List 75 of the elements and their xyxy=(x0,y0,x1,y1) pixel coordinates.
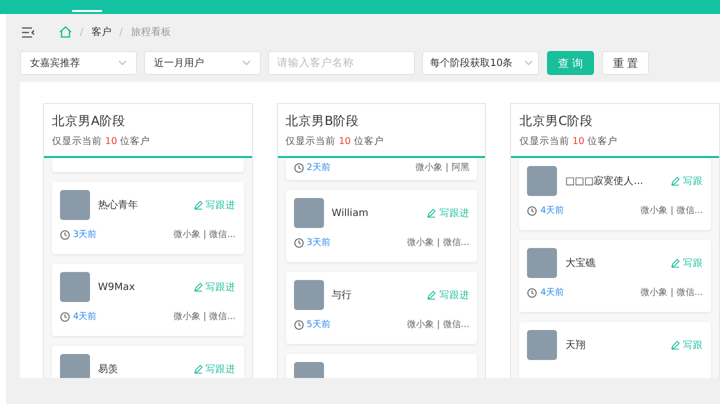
pencil-icon xyxy=(194,200,203,210)
source-label: 微小象 | 微信... xyxy=(640,204,704,217)
customer-card[interactable]: 2天前 微小象 | 阿黑 xyxy=(286,158,478,180)
customer-card[interactable]: 大宝礁 写跟 4天前 微小象 | 微信... xyxy=(519,240,712,312)
breadcrumb-item[interactable]: 客户 xyxy=(91,25,112,39)
clock-icon xyxy=(60,312,70,322)
chevron-down-icon xyxy=(242,60,251,66)
breadcrumb-item: 旅程看板 xyxy=(130,26,171,39)
customer-name: William xyxy=(332,208,370,218)
time-label: 2天前 xyxy=(294,161,330,174)
clock-icon xyxy=(527,288,538,298)
reset-button[interactable]: 重 置 xyxy=(602,51,649,75)
menu-icon[interactable] xyxy=(22,26,35,38)
pencil-icon xyxy=(427,290,436,300)
source-label: 微小象 | 阿黑 xyxy=(416,162,470,174)
time-label: 4天前 xyxy=(527,286,564,299)
chevron-down-icon xyxy=(524,60,533,66)
customer-name: W9Max xyxy=(98,282,136,292)
clock-icon xyxy=(60,230,70,240)
home-icon[interactable] xyxy=(59,26,72,38)
column-note: 仅显示当前 10 位客户 xyxy=(519,135,618,148)
column-note: 仅显示当前 10 位客户 xyxy=(52,135,152,148)
breadcrumb-separator: / xyxy=(119,26,123,38)
pencil-icon xyxy=(194,364,203,374)
avatar-placeholder xyxy=(527,248,558,278)
pencil-icon xyxy=(671,258,680,268)
time-label: 3天前 xyxy=(294,236,330,249)
source-label: 微小象 | 微信... xyxy=(407,318,470,331)
source-label: 微小象 | 微信... xyxy=(173,310,236,323)
avatar-placeholder xyxy=(60,190,90,220)
avatar-placeholder xyxy=(294,198,324,228)
column-note: 仅显示当前 10 位客户 xyxy=(286,135,385,148)
customer-card[interactable]: 天翔 写跟 xyxy=(519,322,712,378)
customer-card[interactable]: 易羡 写跟进 xyxy=(52,346,244,378)
avatar-placeholder xyxy=(60,272,90,302)
customer-card[interactable]: 热心青年 写跟进 3天前 微小象 | 微信... xyxy=(52,182,244,254)
column-title: 北京男A阶段 xyxy=(52,113,127,130)
customer-name: 天翔 xyxy=(565,338,586,352)
customer-card[interactable]: □□□寂寞使人... 写跟 4天前 微小象 | 微信... xyxy=(519,158,712,230)
customer-card[interactable]: W9Max 写跟进 4天前 微小象 | 微信... xyxy=(52,264,244,336)
column-title: 北京男B阶段 xyxy=(286,113,360,130)
customer-name-field[interactable]: 请输入客户名称 xyxy=(268,51,415,75)
pencil-icon xyxy=(194,282,203,292)
pencil-icon xyxy=(427,208,436,218)
customer-name: 易羡 xyxy=(98,363,119,376)
source-label: 微小象 | 微信... xyxy=(173,228,236,241)
time-label: 4天前 xyxy=(527,204,564,217)
time-label: 3天前 xyxy=(60,228,97,241)
avatar-placeholder xyxy=(294,280,324,310)
customer-name: □□□寂寞使人... xyxy=(565,174,644,188)
source-label: 微小象 | 微信... xyxy=(640,286,704,299)
clock-icon xyxy=(527,206,538,216)
clock-icon xyxy=(294,320,304,330)
pencil-icon xyxy=(671,340,680,350)
customer-name: 热心青年 xyxy=(98,198,139,212)
clock-icon xyxy=(294,238,304,248)
column-title: 北京男C阶段 xyxy=(519,113,594,130)
chevron-down-icon xyxy=(118,60,127,66)
avatar-placeholder xyxy=(60,354,90,378)
customer-card[interactable]: William 写跟进 3天前 微小象 | 微信... xyxy=(286,190,478,262)
pencil-icon xyxy=(671,176,680,186)
filter-select[interactable]: 女嘉宾推荐 xyxy=(20,51,137,75)
customer-name: 大宝礁 xyxy=(565,256,596,270)
avatar-placeholder xyxy=(527,330,558,360)
clock-icon xyxy=(294,162,304,172)
customer-name: 与行 xyxy=(332,288,353,302)
breadcrumb-separator: / xyxy=(80,26,84,38)
time-label: 4天前 xyxy=(60,310,97,323)
customer-card[interactable]: 与行 写跟进 5天前 微小象 | 微信... xyxy=(286,272,478,344)
avatar-placeholder xyxy=(527,166,558,196)
tab-indicator xyxy=(72,10,102,12)
limit-select[interactable]: 每个阶段获取10条 xyxy=(422,51,539,75)
filter-select[interactable]: 近一月用户 xyxy=(144,51,261,75)
time-label: 5天前 xyxy=(294,318,330,331)
source-label: 微小象 | 微信... xyxy=(407,236,470,249)
